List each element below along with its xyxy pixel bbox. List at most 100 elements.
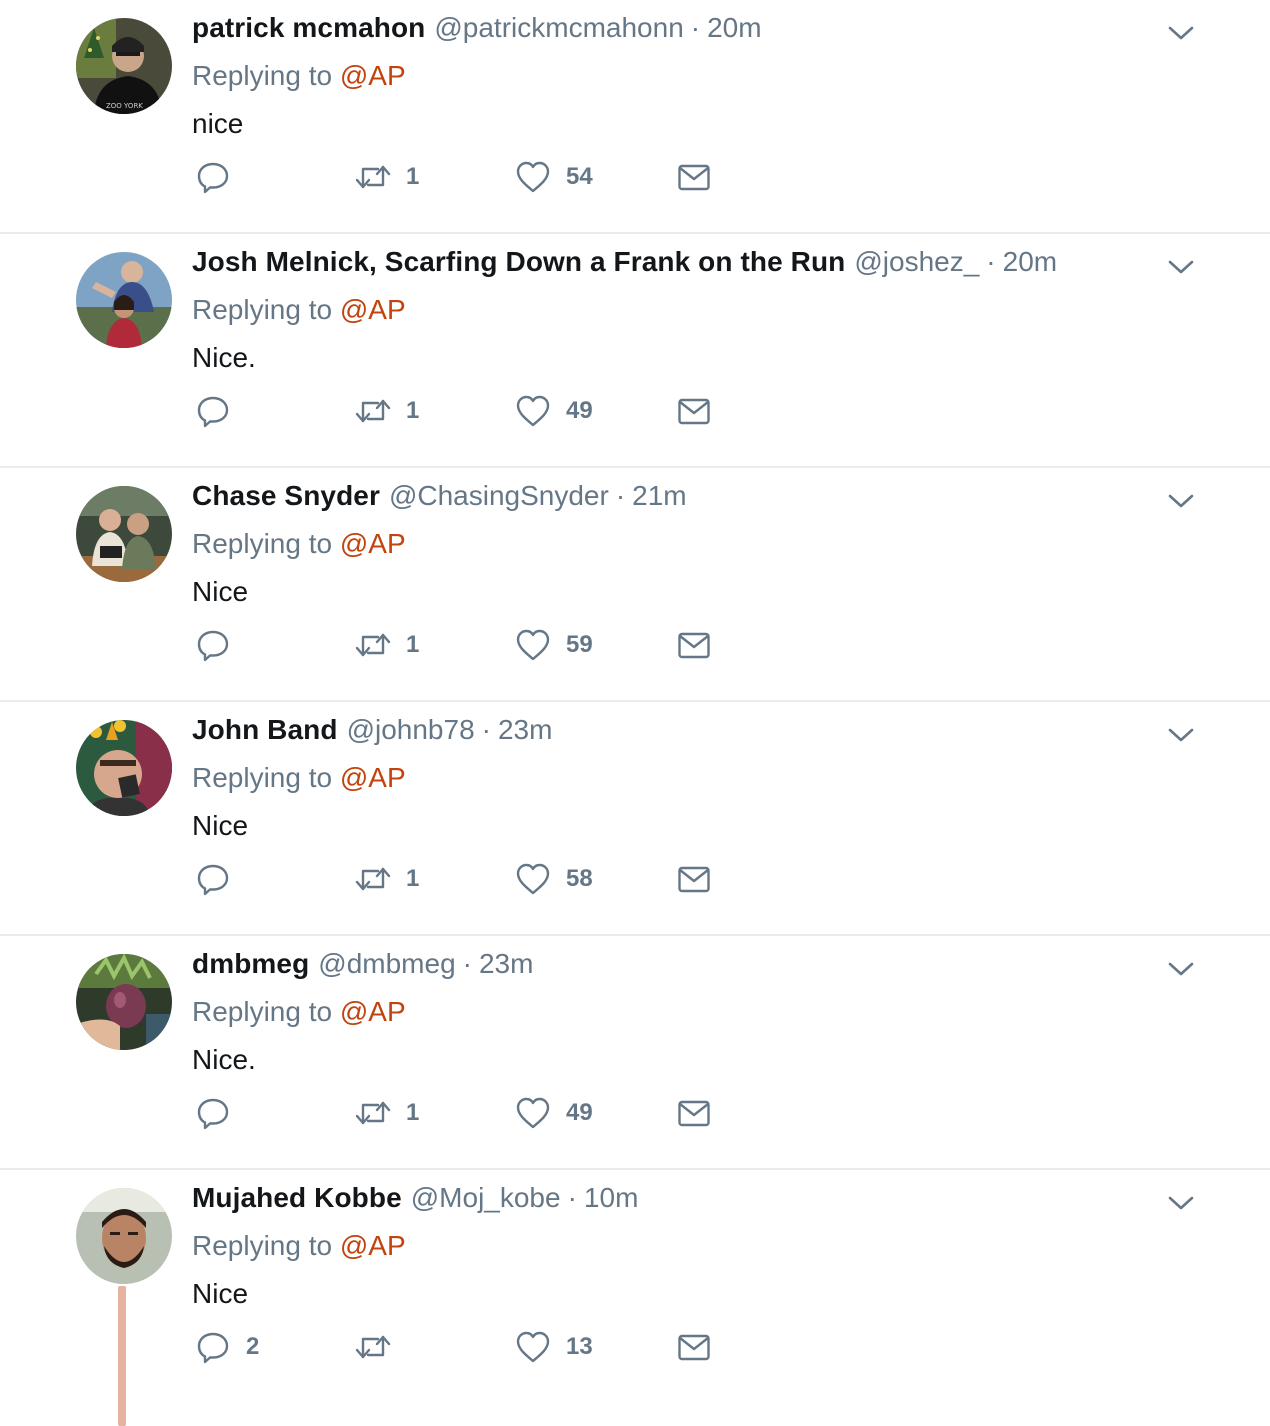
chevron-down-icon: [1168, 1196, 1194, 1210]
replying-to-label: Replying to: [192, 60, 333, 91]
reply-button[interactable]: [194, 854, 246, 904]
like-count: 49: [566, 397, 593, 424]
tweet[interactable]: Chase Snyder @ChasingSnyder · 21m Replyi…: [0, 468, 1270, 702]
direct-message-button[interactable]: [676, 152, 712, 202]
separator-dot: ·: [567, 1182, 577, 1213]
retweet-button[interactable]: 1: [354, 1088, 419, 1138]
tweet[interactable]: dmbmeg @dmbmeg · 23m Replying to @AP Nic…: [0, 936, 1270, 1170]
display-name[interactable]: John Band: [192, 714, 338, 746]
reply-button[interactable]: 2: [194, 1322, 259, 1372]
like-count: 58: [566, 865, 593, 892]
envelope-icon: [678, 632, 710, 659]
more-options-button[interactable]: [1164, 954, 1198, 984]
direct-message-button[interactable]: [676, 1322, 712, 1372]
direct-message-button[interactable]: [676, 1088, 712, 1138]
username[interactable]: @patrickmcmahonn: [434, 12, 683, 44]
tweet[interactable]: Mujahed Kobbe @Moj_kobe · 10m Replying t…: [0, 1170, 1270, 1426]
tweet-actions: 1 49: [192, 386, 752, 436]
mention-link[interactable]: @AP: [340, 996, 406, 1027]
display-name[interactable]: Mujahed Kobbe: [192, 1182, 402, 1214]
reply-button[interactable]: [194, 386, 246, 436]
avatar[interactable]: [76, 954, 172, 1050]
display-name[interactable]: Chase Snyder: [192, 480, 380, 512]
like-button[interactable]: 58: [514, 854, 593, 904]
tweet-actions: 2 13: [192, 1322, 752, 1372]
reply-button[interactable]: [194, 1088, 246, 1138]
username[interactable]: @joshez_: [854, 246, 979, 278]
more-options-button[interactable]: [1164, 18, 1198, 48]
replying-to: Replying to @AP: [192, 996, 406, 1028]
display-name[interactable]: dmbmeg: [192, 948, 309, 980]
retweet-icon: [355, 1335, 391, 1359]
timestamp[interactable]: 23m: [479, 948, 533, 980]
username[interactable]: @Moj_kobe: [411, 1182, 561, 1214]
more-options-button[interactable]: [1164, 252, 1198, 282]
display-name[interactable]: patrick mcmahon: [192, 12, 425, 44]
reply-icon: [197, 1098, 229, 1130]
retweet-icon: [355, 1101, 391, 1125]
tweet-header: Mujahed Kobbe @Moj_kobe · 10m: [192, 1182, 638, 1222]
chevron-down-icon: [1168, 26, 1194, 40]
chevron-down-icon: [1168, 494, 1194, 508]
mention-link[interactable]: @AP: [340, 528, 406, 559]
retweet-button[interactable]: 1: [354, 386, 419, 436]
reply-button[interactable]: [194, 620, 246, 670]
reply-icon: [197, 162, 229, 194]
retweet-icon: [355, 165, 391, 189]
reply-button[interactable]: [194, 152, 246, 202]
like-button[interactable]: 49: [514, 1088, 593, 1138]
heart-icon: [516, 629, 550, 661]
timestamp[interactable]: 21m: [632, 480, 686, 512]
tweet-text: Nice.: [192, 342, 256, 373]
retweet-button[interactable]: [354, 1322, 406, 1372]
avatar[interactable]: ZOO YORK: [76, 18, 172, 114]
envelope-icon: [678, 398, 710, 425]
retweet-button[interactable]: 1: [354, 854, 419, 904]
like-button[interactable]: 54: [514, 152, 593, 202]
tweet[interactable]: John Band @johnb78 · 23m Replying to @AP…: [0, 702, 1270, 936]
timestamp[interactable]: 20m: [1003, 246, 1057, 278]
direct-message-button[interactable]: [676, 386, 712, 436]
retweet-button[interactable]: 1: [354, 152, 419, 202]
heart-icon: [516, 863, 550, 895]
username[interactable]: @ChasingSnyder: [389, 480, 609, 512]
separator-dot: ·: [615, 480, 626, 511]
timestamp[interactable]: 10m: [584, 1182, 638, 1214]
direct-message-button[interactable]: [676, 854, 712, 904]
reply-icon: [197, 864, 229, 896]
more-options-button[interactable]: [1164, 720, 1198, 750]
mention-link[interactable]: @AP: [340, 762, 406, 793]
direct-message-button[interactable]: [676, 620, 712, 670]
tweet-header: patrick mcmahon @patrickmcmahonn · 20m: [192, 12, 762, 52]
tweet-text: nice: [192, 108, 244, 139]
more-options-button[interactable]: [1164, 486, 1198, 516]
avatar[interactable]: [76, 720, 172, 816]
like-count: 49: [566, 1099, 593, 1126]
mention-link[interactable]: @AP: [340, 1230, 406, 1261]
more-options-button[interactable]: [1164, 1188, 1198, 1218]
tweet-header: Chase Snyder @ChasingSnyder · 21m: [192, 480, 687, 520]
separator-dot: ·: [690, 12, 701, 43]
avatar[interactable]: [76, 486, 172, 582]
like-button[interactable]: 13: [514, 1322, 593, 1372]
tweet-actions: 1 54: [192, 152, 752, 202]
display-name[interactable]: Josh Melnick, Scarfing Down a Frank on t…: [192, 246, 845, 278]
retweet-count: 1: [406, 865, 420, 892]
retweet-button[interactable]: 1: [354, 620, 419, 670]
username[interactable]: @dmbmeg: [318, 948, 455, 980]
mention-link[interactable]: @AP: [340, 294, 406, 325]
tweet[interactable]: Josh Melnick, Scarfing Down a Frank on t…: [0, 234, 1270, 468]
retweet-icon: [355, 633, 391, 657]
tweet[interactable]: ZOO YORK patrick mcmahon @patrickmcmahon…: [0, 0, 1270, 234]
timestamp[interactable]: 23m: [498, 714, 552, 746]
replying-to: Replying to @AP: [192, 762, 406, 794]
tweet-actions: 1 49: [192, 1088, 752, 1138]
avatar[interactable]: [76, 252, 172, 348]
username[interactable]: @johnb78: [347, 714, 475, 746]
like-button[interactable]: 49: [514, 386, 593, 436]
mention-link[interactable]: @AP: [340, 60, 406, 91]
like-button[interactable]: 59: [514, 620, 593, 670]
replying-to: Replying to @AP: [192, 60, 406, 92]
avatar[interactable]: [76, 1188, 172, 1284]
timestamp[interactable]: 20m: [707, 12, 761, 44]
